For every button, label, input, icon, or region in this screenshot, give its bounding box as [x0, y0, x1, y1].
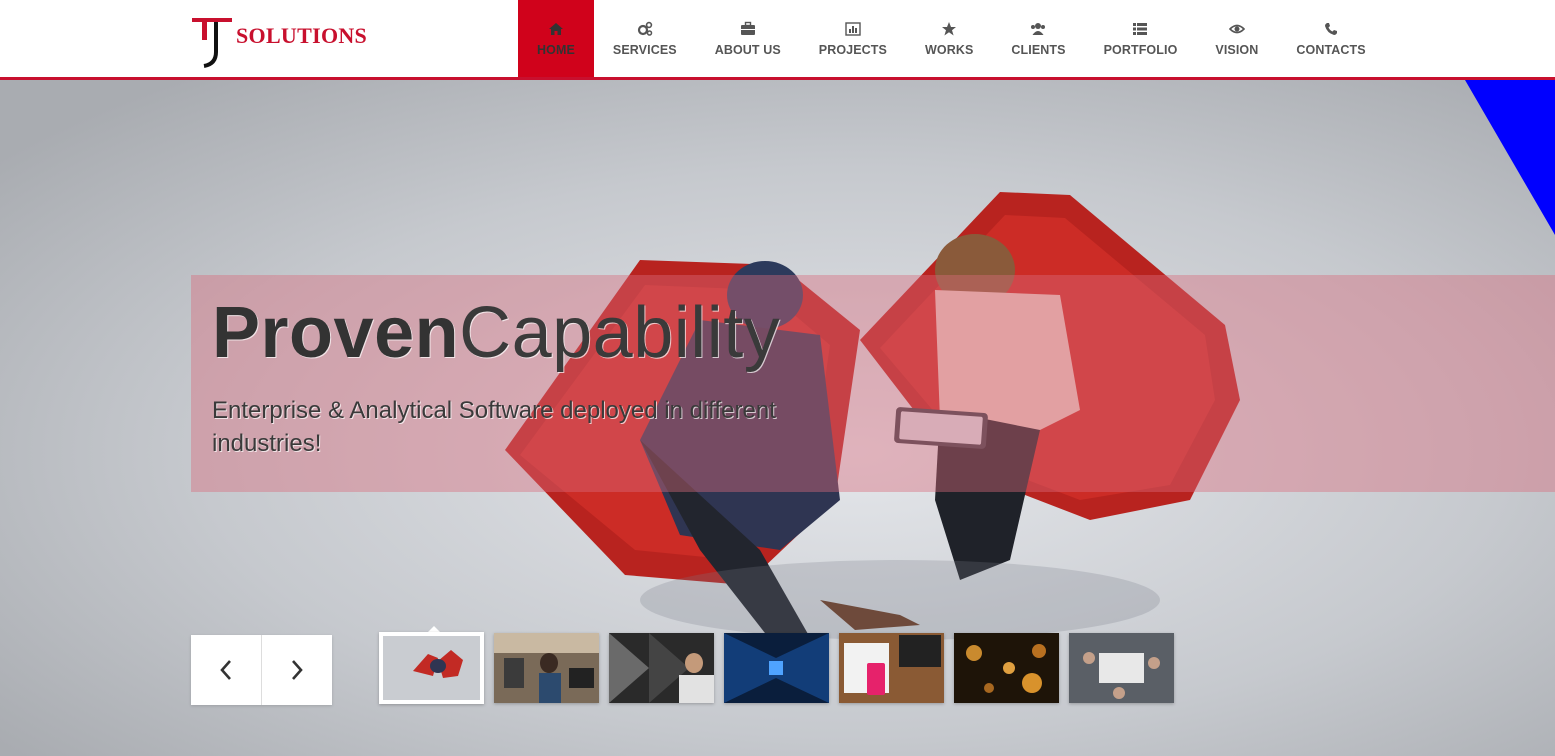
- thumbnail-4[interactable]: [724, 633, 829, 703]
- hero-subheadline: Enterprise & Analytical Software deploye…: [212, 397, 776, 457]
- hero-slider: ProvenCapability Enterprise & Analytical…: [0, 80, 1555, 756]
- tj-logo-icon: [192, 18, 232, 68]
- next-slide-button[interactable]: [261, 635, 331, 705]
- thumb-image: [609, 633, 714, 703]
- phone-icon: [1325, 22, 1338, 35]
- thumbnail-6[interactable]: [954, 633, 1059, 703]
- brand-name: SOLUTIONS: [236, 23, 368, 48]
- thumb-image: [1069, 633, 1174, 703]
- nav-about-us[interactable]: ABOUT US: [696, 0, 800, 77]
- thumbnail-1[interactable]: [379, 632, 484, 704]
- nav-portfolio[interactable]: PORTFOLIO: [1085, 0, 1197, 77]
- nav-label: ABOUT US: [714, 42, 781, 57]
- users-icon: [1031, 22, 1046, 35]
- main-nav: HOME SERVICES ABOUT US PROJECTS WORKS CL…: [518, 0, 1385, 77]
- prev-slide-button[interactable]: [191, 635, 261, 705]
- nav-label: PROJECTS: [818, 42, 887, 57]
- eye-icon: [1228, 24, 1245, 33]
- list-icon: [1133, 22, 1148, 35]
- nav-vision[interactable]: VISION: [1196, 0, 1277, 77]
- thumb-image: [383, 636, 480, 700]
- chevron-right-icon: [291, 660, 303, 680]
- thumbnail-5[interactable]: [839, 633, 944, 703]
- site-header: SOLUTIONS HOME SERVICES ABOUT US PROJECT…: [0, 0, 1555, 80]
- star-icon: [942, 21, 957, 35]
- nav-label: SERVICES: [612, 42, 677, 57]
- nav-contacts[interactable]: CONTACTS: [1277, 0, 1384, 77]
- nav-label: CONTACTS: [1296, 42, 1366, 57]
- briefcase-icon: [740, 21, 755, 35]
- thumb-image: [839, 633, 944, 703]
- thumbnail-3[interactable]: [609, 633, 714, 703]
- nav-label: VISION: [1215, 42, 1259, 57]
- nav-works[interactable]: WORKS: [906, 0, 992, 77]
- thumb-image: [724, 633, 829, 703]
- nav-clients[interactable]: CLIENTS: [992, 0, 1084, 77]
- nav-label: HOME: [537, 42, 575, 57]
- chevron-left-icon: [220, 660, 231, 680]
- nav-label: CLIENTS: [1011, 42, 1066, 57]
- bar-chart-icon: [845, 21, 861, 36]
- slider-arrows: [191, 635, 332, 705]
- home-icon: [548, 22, 563, 35]
- thumb-image: [494, 633, 599, 703]
- slide-thumbnails: [379, 632, 1184, 705]
- thumb-image: [954, 633, 1059, 703]
- logo[interactable]: SOLUTIONS: [190, 16, 367, 68]
- headline-bold: Proven: [212, 293, 460, 373]
- headline-light: Capability: [459, 293, 781, 373]
- thumbnail-7[interactable]: [1069, 633, 1174, 703]
- corner-accent: [1465, 80, 1555, 235]
- thumbnail-2[interactable]: [494, 633, 599, 703]
- nav-projects[interactable]: PROJECTS: [800, 0, 906, 77]
- nav-home[interactable]: HOME: [518, 0, 594, 77]
- nav-label: PORTFOLIO: [1103, 42, 1178, 57]
- gears-icon: [637, 21, 653, 36]
- nav-label: WORKS: [924, 42, 974, 57]
- nav-services[interactable]: SERVICES: [594, 0, 696, 77]
- hero-headline: ProvenCapability: [212, 292, 780, 374]
